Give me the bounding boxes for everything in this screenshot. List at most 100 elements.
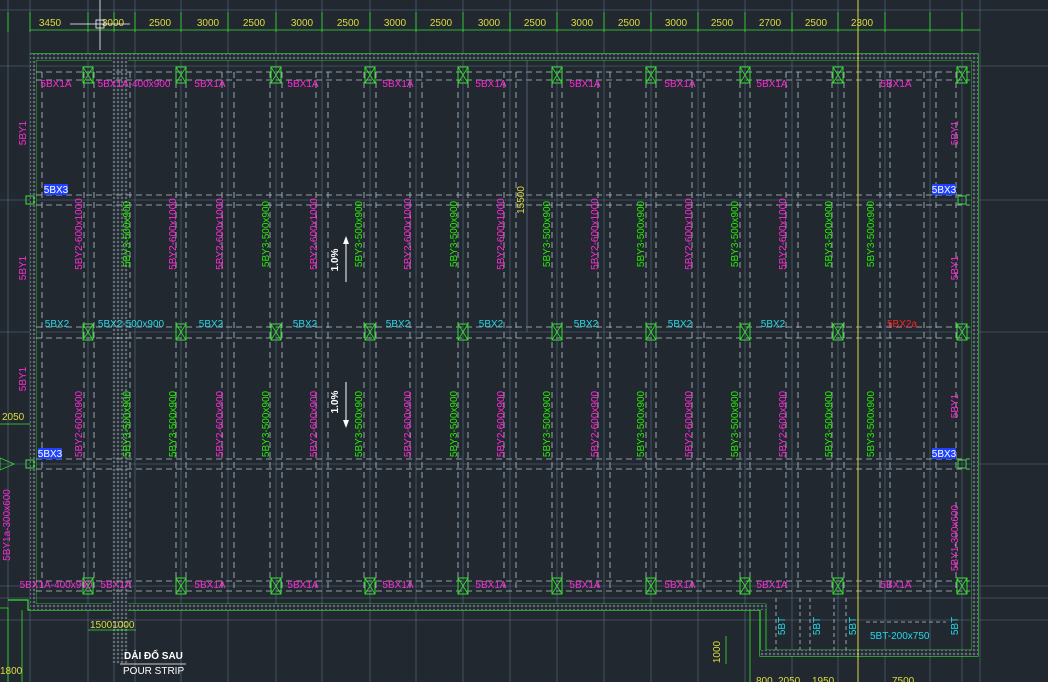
pour-strip-label-en: POUR STRIP — [123, 666, 184, 677]
beam-label-red: 5BX2a — [887, 319, 917, 330]
beam-label-vertical: 5BY3-500x900 — [542, 390, 553, 457]
beam-label-vertical: 5BY2-600x900 — [496, 390, 507, 457]
vertical-beam-labels-upper: 5BY2-600x1000 5BY3-500x900 5BY2-600x1000 5B… — [74, 198, 877, 270]
edge-label: 5BY1a-300x600 — [2, 489, 13, 561]
beam-label-bottom: 5BX1A — [287, 580, 318, 591]
beam-label-vertical: 5BY3-500x900 — [261, 390, 272, 457]
beam-label-vertical: 5BY2-600x1000 — [778, 198, 789, 270]
top-dimension-label: 2500 — [430, 18, 453, 29]
beam-label-top: 5BX1A — [475, 79, 506, 90]
beam-label-mid: 5BX2 — [199, 319, 224, 330]
beam-label-5bt: 5BT — [950, 617, 961, 635]
top-dimension-label: 3000 — [665, 18, 688, 29]
beam-label-top: 5BX1A — [664, 79, 695, 90]
beam-label-top: 5BX1A — [569, 79, 600, 90]
edge-label: 5BY1 — [950, 255, 961, 280]
beam-label-vertical: 5BY3-500x900 — [449, 390, 460, 457]
beam-label-bottom: 5BX1A — [664, 580, 695, 591]
beam-label-5bt: 5BT — [848, 617, 859, 635]
edge-label: 5BY1 — [950, 393, 961, 418]
beam-label-mid: 5BX2-500x900 — [98, 319, 165, 330]
beam-label-top: 5BX1A — [880, 79, 911, 90]
bottom-dim: 2050 — [778, 676, 801, 682]
top-dimension-row: 3450 3000 2500 3000 2500 3000 2500 3000 2500 3000… — [39, 18, 874, 29]
beam-label-mid: 5BX2 — [574, 319, 599, 330]
beam-label-bottom: 5BX1A — [475, 580, 506, 591]
bottom-dim: 7500 — [892, 676, 915, 682]
top-dimension-label: 3000 — [478, 18, 501, 29]
beam-label-vertical: 5BY3-500x900 — [449, 200, 460, 267]
beam-label-vertical: 5BY3-500x900 — [354, 200, 365, 267]
top-dimension-label: 3450 — [39, 18, 62, 29]
blue-tag: 5BX3 — [44, 185, 69, 196]
beam-label-vertical: 5BY3-500x900 — [636, 200, 647, 267]
top-dimension-label: 3000 — [102, 18, 125, 29]
beam-label-vertical: 5BY2-600x900 — [309, 390, 320, 457]
beam-label-vertical: 5BY3-500x900 — [542, 200, 553, 267]
beam-label-top: 5BX1A — [287, 79, 318, 90]
beam-label-vertical: 5BY3-500x900 — [261, 200, 272, 267]
beam-label-vertical: 5BY2-600x900 — [590, 390, 601, 457]
beam-label-5bt: 5BT — [812, 617, 823, 635]
beam-label-vertical: 5BY2-600x1000 — [74, 198, 85, 270]
beam-label-bottom: 5BX1A-400x900 — [20, 580, 93, 591]
bottom-dim: 800 — [756, 676, 773, 682]
top-dimension-label: 2500 — [524, 18, 547, 29]
edge-label: 5BY1 — [18, 366, 29, 391]
top-dimension-label: 3000 — [197, 18, 220, 29]
top-beam-labels: 5BX1A 5BX1A-400x900 5BX1A 5BX1A 5BX1A 5BX1A 5B… — [40, 79, 911, 90]
top-dimension-label: 2500 — [337, 18, 360, 29]
beam-label-vertical: 5BY2-600x1000 — [590, 198, 601, 270]
column-markers — [25, 66, 968, 595]
beam-label-top: 5BX1A-400x900 — [98, 79, 171, 90]
cad-drawing-canvas[interactable]: 3450 3000 2500 3000 2500 3000 2500 3000 2500 3000… — [0, 0, 1048, 682]
beam-label-vertical: 5BY2-600x1000 — [403, 198, 414, 270]
dim-2050: 2050 — [2, 412, 25, 423]
floor-beam-plan[interactable]: 3450 3000 2500 3000 2500 3000 2500 3000 2500 3000… — [0, 0, 1048, 682]
top-dimension-label: 3000 — [291, 18, 314, 29]
beam-label-top: 5BX1A — [756, 79, 787, 90]
slope-label: 1.0% — [330, 248, 341, 271]
top-dimension-label: 2500 — [149, 18, 172, 29]
beam-label-vertical: 5BY3-500x900 — [730, 390, 741, 457]
arrow-down-icon — [343, 420, 349, 428]
edge-label: 5BY1 — [18, 120, 29, 145]
beam-label-5bt: 5BT — [777, 617, 788, 635]
beam-label-mid: 5BX2 — [45, 319, 70, 330]
top-dimension-label: 2500 — [711, 18, 734, 29]
dim-1500-1000: 15001000 — [90, 620, 135, 631]
blue-tag: 5BX3 — [932, 185, 957, 196]
dim-1000: 1000 — [712, 640, 723, 663]
beam-label-vertical: 5BY2-600x900 — [215, 390, 226, 457]
beam-label-top: 5BX1A — [382, 79, 413, 90]
top-dimension-label: 2500 — [618, 18, 641, 29]
beam-label-bottom: 5BX1A — [100, 580, 131, 591]
beam-label-vertical: 5BY3-500x900 — [636, 390, 647, 457]
beam-label-vertical: 5BY2-600x900 — [74, 390, 85, 457]
beam-label-top: 5BX1A — [194, 79, 225, 90]
beam-label-vertical: 5BY2-600x900 — [403, 390, 414, 457]
top-dimension-label: 3000 — [384, 18, 407, 29]
dim-15500: 15500 — [516, 186, 527, 214]
blue-tag: 5BX3 — [932, 449, 957, 460]
beam-label-5bt-long: 5BT-200x750 — [870, 631, 930, 642]
beam-label-vertical: 5BY2-600x900 — [684, 390, 695, 457]
top-dimension-label: 2500 — [243, 18, 266, 29]
beam-label-vertical: 5BY2-600x1000 — [496, 198, 507, 270]
beam-label-vertical: 5BY3-500x900 — [866, 390, 877, 457]
top-dimension-label: 3000 — [571, 18, 594, 29]
beam-label-mid: 5BX2 — [479, 319, 504, 330]
top-dimension-label: 2500 — [805, 18, 828, 29]
bottom-dimension-row: 800 2050 1950 7500 — [756, 676, 915, 682]
beam-label-vertical: 5BY3-500x900 — [824, 200, 835, 267]
arrow-up-icon — [343, 236, 349, 244]
beam-label-vertical: 5BY3-500x900 — [168, 390, 179, 457]
beam-label-vertical: 5BY3-500x900 — [730, 200, 741, 267]
beam-label-vertical: 5BY3-500x900 — [824, 390, 835, 457]
beam-label-bottom: 5BX1A — [880, 580, 911, 591]
beam-label-mid: 5BX2 — [668, 319, 693, 330]
beam-label-bottom: 5BX1A — [382, 580, 413, 591]
beam-label-vertical: 5BY2-600x1000 — [215, 198, 226, 270]
beam-label-mid: 5BX2 — [293, 319, 318, 330]
beam-label-vertical: 5BY3-500x900 — [122, 200, 133, 267]
